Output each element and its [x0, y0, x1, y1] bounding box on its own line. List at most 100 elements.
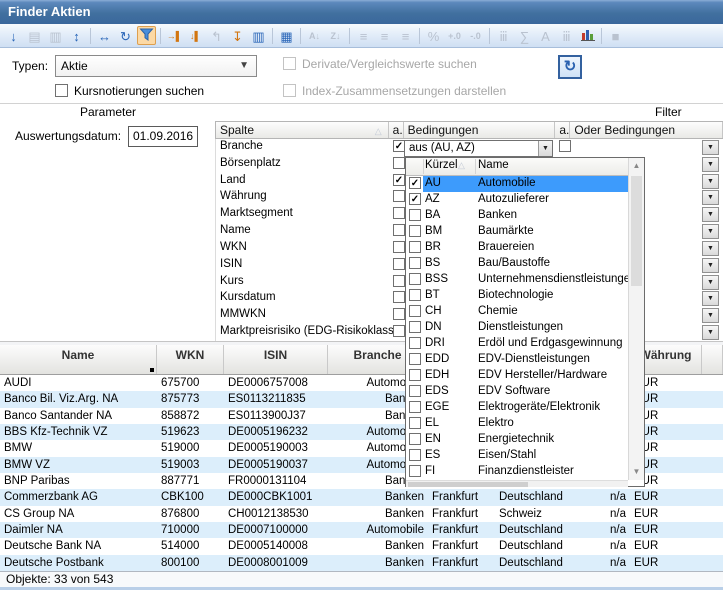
- align-right-icon[interactable]: ≡: [396, 26, 415, 45]
- industry-item-au[interactable]: ✓AUAutomobile: [406, 176, 628, 192]
- industry-item-en[interactable]: ENEnergietechnik: [406, 432, 628, 448]
- font-icon[interactable]: A: [536, 26, 555, 45]
- industry-checkbox[interactable]: [409, 273, 421, 285]
- horizontal-scrollbar[interactable]: [406, 480, 628, 487]
- industry-checkbox[interactable]: [409, 433, 421, 445]
- industry-item-ba[interactable]: BABanken: [406, 208, 628, 224]
- result-row[interactable]: Commerzbank AGCBK100DE000CBK1001BankenFr…: [0, 489, 723, 505]
- column-sliders-icon[interactable]: ⅲ: [557, 26, 576, 45]
- result-header-isin[interactable]: ISIN: [224, 345, 328, 374]
- align-center-icon[interactable]: ≡: [375, 26, 394, 45]
- or-condition-dropdown-button[interactable]: ▼: [702, 275, 719, 290]
- industry-checkbox[interactable]: [409, 305, 421, 317]
- name-column-header[interactable]: Name: [478, 159, 509, 171]
- refresh-icon[interactable]: ↻: [116, 26, 135, 45]
- industry-item-edh[interactable]: EDHEDV Hersteller/Hardware: [406, 368, 628, 384]
- chart-icon[interactable]: [578, 26, 597, 45]
- industry-checkbox[interactable]: ✓: [409, 177, 421, 189]
- stop-icon[interactable]: ■: [606, 26, 625, 45]
- industry-checkbox[interactable]: [409, 241, 421, 253]
- industry-checkbox[interactable]: ✓: [409, 193, 421, 205]
- vertical-scrollbar[interactable]: ▲ ▼: [628, 158, 644, 480]
- industry-checkbox[interactable]: [409, 385, 421, 397]
- industry-item-edd[interactable]: EDDEDV-Dienstleistungen: [406, 352, 628, 368]
- chevron-down-icon[interactable]: ▼: [538, 141, 552, 156]
- save-list-icon[interactable]: ↓: [4, 26, 23, 45]
- or-condition-dropdown-button[interactable]: ▼: [702, 291, 719, 306]
- hide-columns-icon[interactable]: ▦: [277, 26, 296, 45]
- remove-decimal-icon[interactable]: -.0: [466, 26, 485, 45]
- or-condition-dropdown-button[interactable]: ▼: [702, 174, 719, 189]
- percent-icon[interactable]: %: [424, 26, 443, 45]
- industry-item-bm[interactable]: BMBaumärkte: [406, 224, 628, 240]
- industry-item-dn[interactable]: DNDienstleistungen: [406, 320, 628, 336]
- param-header-spalte[interactable]: Spalte△: [216, 122, 389, 138]
- result-row[interactable]: Deutsche Bank NA514000DE0005140008Banken…: [0, 538, 723, 554]
- result-row[interactable]: Deutsche Postbank800100DE0008001009Banke…: [0, 555, 723, 571]
- industry-checkbox[interactable]: [409, 289, 421, 301]
- scroll-up-icon[interactable]: ▲: [629, 158, 644, 174]
- or-condition-dropdown-button[interactable]: ▼: [702, 190, 719, 205]
- auswertungsdatum-input[interactable]: 01.09.2016: [128, 126, 198, 147]
- kursnotierungen-checkbox[interactable]: [55, 84, 68, 97]
- or-condition-dropdown-button[interactable]: ▼: [702, 157, 719, 172]
- or-condition-active-checkbox[interactable]: [559, 140, 571, 152]
- branche-condition-combobox[interactable]: aus (AU, AZ) ▼: [404, 140, 553, 157]
- industry-item-el[interactable]: ELElektro: [406, 416, 628, 432]
- industry-item-br[interactable]: BRBrauereien: [406, 240, 628, 256]
- industry-checkbox[interactable]: [409, 353, 421, 365]
- format-sliders-icon[interactable]: ⅲ: [494, 26, 513, 45]
- insert-value-column-icon[interactable]: ↓▌: [186, 26, 205, 45]
- expand-all-icon[interactable]: ▤: [25, 26, 44, 45]
- or-condition-dropdown-button[interactable]: ▼: [702, 140, 719, 155]
- condition-active-checkbox[interactable]: [393, 241, 405, 253]
- industry-item-fi[interactable]: FIFinanzdienstleister: [406, 464, 628, 480]
- add-decimal-icon[interactable]: +.0: [445, 26, 464, 45]
- industry-checkbox[interactable]: [409, 337, 421, 349]
- result-row[interactable]: CS Group NA876800CH0012138530BankenFrank…: [0, 506, 723, 522]
- condition-active-checkbox[interactable]: [393, 291, 405, 303]
- or-condition-dropdown-button[interactable]: ▼: [702, 325, 719, 340]
- param-header-oder-bedingungen[interactable]: Oder Bedingungen: [570, 122, 723, 138]
- fit-row-height-icon[interactable]: ↕: [67, 26, 86, 45]
- or-condition-dropdown-button[interactable]: ▼: [702, 308, 719, 323]
- move-column-icon[interactable]: ↰: [207, 26, 226, 45]
- condition-active-checkbox[interactable]: [393, 325, 405, 337]
- fit-column-width-icon[interactable]: ↔: [95, 26, 114, 45]
- or-condition-dropdown-button[interactable]: ▼: [702, 258, 719, 273]
- or-condition-dropdown-button[interactable]: ▼: [702, 207, 719, 222]
- industry-item-az[interactable]: ✓AZAutozulieferer: [406, 192, 628, 208]
- pin-column-icon[interactable]: ↧: [228, 26, 247, 45]
- industry-item-ege[interactable]: EGEElektrogeräte/Elektronik: [406, 400, 628, 416]
- industry-item-dri[interactable]: DRIErdöl und Erdgasgewinnung: [406, 336, 628, 352]
- industry-checkbox[interactable]: [409, 417, 421, 429]
- sort-ascending-icon[interactable]: A↓: [305, 26, 324, 45]
- filter-icon[interactable]: [137, 26, 156, 45]
- result-header-name[interactable]: Name: [0, 345, 157, 374]
- or-condition-dropdown-button[interactable]: ▼: [702, 241, 719, 256]
- industry-item-eds[interactable]: EDSEDV Software: [406, 384, 628, 400]
- industry-checkbox[interactable]: [409, 465, 421, 477]
- industry-checkbox[interactable]: [409, 209, 421, 221]
- align-left-icon[interactable]: ≡: [354, 26, 373, 45]
- sort-descending-icon[interactable]: Z↓: [326, 26, 345, 45]
- column-filter-icon[interactable]: ▥: [249, 26, 268, 45]
- industry-checkbox[interactable]: [409, 225, 421, 237]
- condition-active-checkbox[interactable]: [393, 207, 405, 219]
- condition-active-checkbox[interactable]: ✓: [393, 174, 405, 186]
- sum-icon[interactable]: ∑: [515, 26, 534, 45]
- industry-checkbox[interactable]: [409, 369, 421, 381]
- condition-active-checkbox[interactable]: [393, 275, 405, 287]
- condition-active-checkbox[interactable]: [393, 224, 405, 236]
- or-condition-dropdown-button[interactable]: ▼: [702, 224, 719, 239]
- param-header-a[interactable]: a.: [389, 122, 404, 138]
- industry-checkbox[interactable]: [409, 257, 421, 269]
- result-row[interactable]: Daimler NA710000DE0007100000AutomobileFr…: [0, 522, 723, 538]
- typen-combobox[interactable]: Aktie ▼: [55, 55, 257, 77]
- industry-item-ch[interactable]: CHChemie: [406, 304, 628, 320]
- condition-active-checkbox[interactable]: [393, 308, 405, 320]
- execute-search-button[interactable]: ↻: [558, 55, 582, 79]
- collapse-all-icon[interactable]: ▥: [46, 26, 65, 45]
- scrollbar-thumb[interactable]: [408, 482, 528, 487]
- industry-item-bt[interactable]: BTBiotechnologie: [406, 288, 628, 304]
